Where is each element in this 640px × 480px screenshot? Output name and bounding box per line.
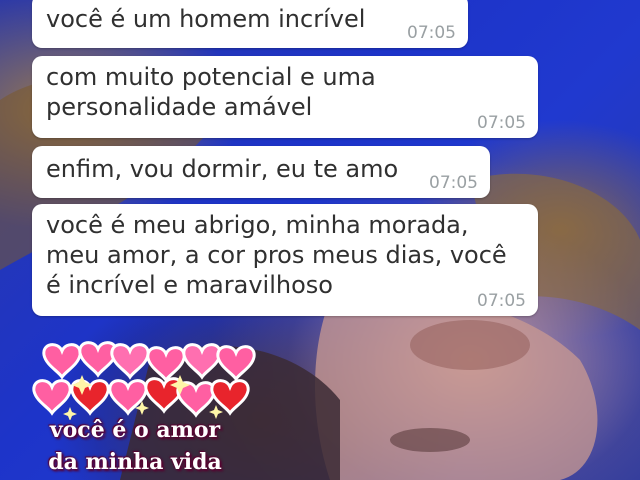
- message-bubble[interactable]: enfim, vou dormir, eu te amo 07:05: [32, 146, 490, 198]
- message-text: você é um homem incrível: [46, 5, 366, 33]
- message-time: 07:05: [477, 113, 526, 133]
- sticker-caption-line-2: da minha vida: [48, 449, 222, 475]
- message-text: enfim, vou dormir, eu te amo: [46, 155, 399, 183]
- message-bubble[interactable]: com muito potencial e uma personalidade …: [32, 56, 538, 138]
- message-text: com muito potencial e uma personalidade …: [46, 63, 376, 121]
- sticker-caption-line-1: você é o amor: [49, 417, 221, 443]
- hearts-icon: [32, 341, 256, 421]
- message-time: 07:05: [407, 23, 456, 43]
- hearts-sticker: você é o amor da minha vida: [30, 335, 260, 480]
- message-bubble[interactable]: você é um homem incrível 07:05: [32, 0, 468, 48]
- message-bubble[interactable]: você é meu abrigo, minha morada, meu amo…: [32, 204, 538, 316]
- message-time: 07:05: [477, 291, 526, 311]
- message-text: você é meu abrigo, minha morada, meu amo…: [46, 211, 507, 299]
- message-time: 07:05: [429, 173, 478, 193]
